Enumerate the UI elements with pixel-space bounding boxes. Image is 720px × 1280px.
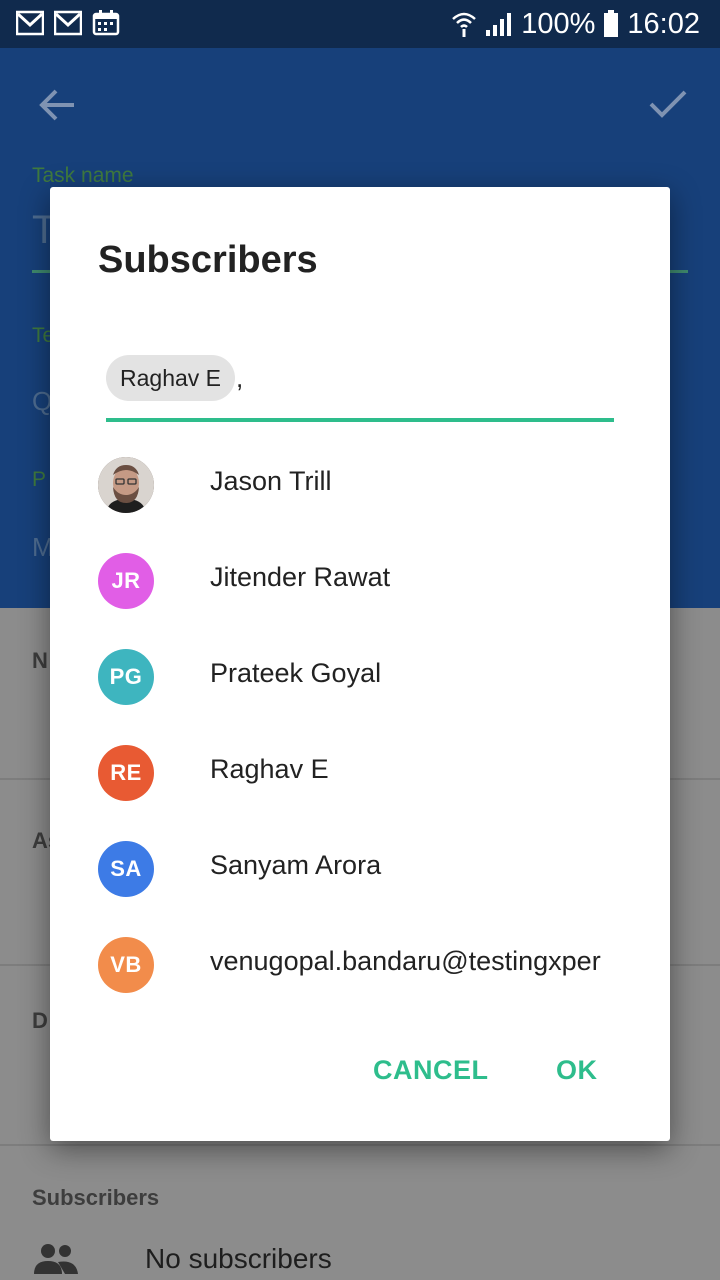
contact-item[interactable]: Jason Trill xyxy=(50,437,670,533)
contact-name: Jitender Rawat xyxy=(210,562,391,592)
avatar: PG xyxy=(98,649,154,705)
contact-name: Jason Trill xyxy=(210,466,332,496)
contact-item[interactable]: PG Prateek Goyal xyxy=(50,629,670,725)
profile-photo-icon xyxy=(98,457,154,513)
avatar xyxy=(98,457,154,513)
contact-item[interactable]: SA Sanyam Arora xyxy=(50,821,670,917)
cancel-button[interactable]: CANCEL xyxy=(373,1055,489,1086)
contact-item[interactable]: RE Raghav E xyxy=(50,725,670,821)
subscriber-input[interactable]: Raghav E , xyxy=(106,355,614,421)
avatar: RE xyxy=(98,745,154,801)
contact-name: Prateek Goyal xyxy=(210,658,382,688)
subscribers-dialog: Subscribers Raghav E , Jason Trill JR Ji… xyxy=(50,187,670,1141)
chip-separator: , xyxy=(236,363,244,393)
contact-item[interactable]: JR Jitender Rawat xyxy=(50,533,670,629)
subscriber-chip[interactable]: Raghav E xyxy=(106,355,236,401)
avatar: JR xyxy=(98,553,154,609)
avatar: VB xyxy=(98,937,154,993)
contact-item[interactable]: VB venugopal.bandaru@testingxper xyxy=(50,917,670,1013)
input-underline xyxy=(106,418,614,422)
contact-name: Sanyam Arora xyxy=(210,850,382,880)
avatar: SA xyxy=(98,841,154,897)
dialog-title: Subscribers xyxy=(98,239,318,281)
contact-name: Raghav E xyxy=(210,754,329,784)
contact-name: venugopal.bandaru@testingxper xyxy=(210,946,601,976)
ok-button[interactable]: OK xyxy=(556,1055,598,1086)
